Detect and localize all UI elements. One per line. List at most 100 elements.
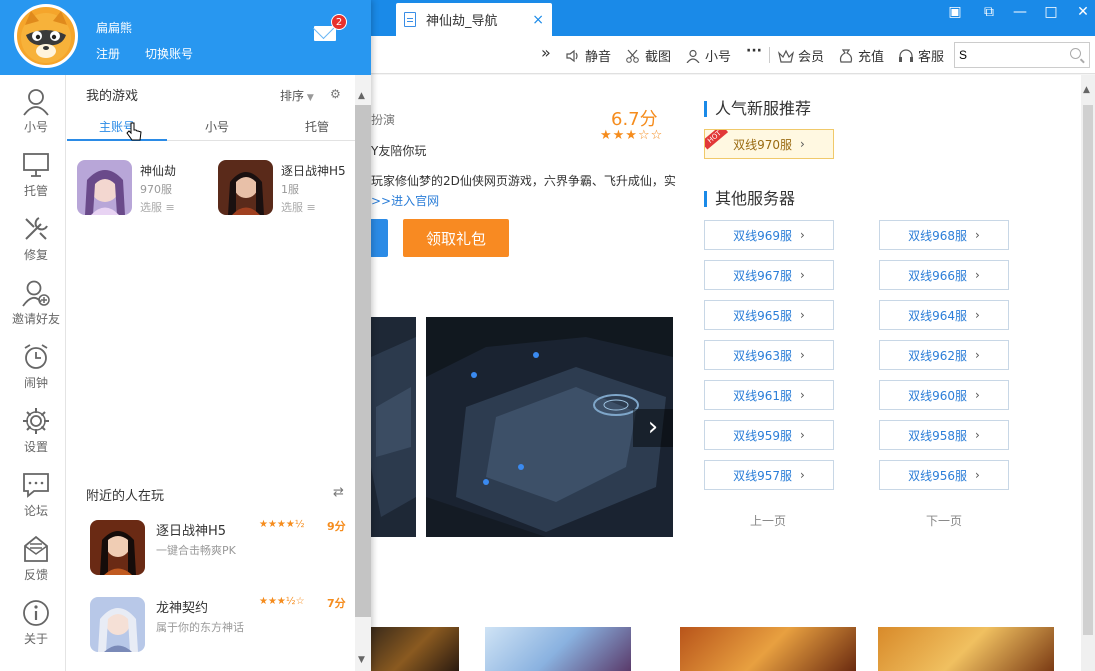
scrollbar-thumb[interactable] [355, 105, 371, 617]
game-name[interactable]: 神仙劫 [140, 162, 176, 179]
game-icon[interactable] [77, 160, 132, 215]
server-button[interactable]: 双线967服 › [704, 260, 834, 290]
scroll-up-icon[interactable]: ▲ [1083, 85, 1090, 95]
panel-scrollbar[interactable]: ▲ ▼ [355, 75, 371, 671]
refresh-icon[interactable]: ⇄ [333, 485, 344, 500]
chevron-right-icon: › [975, 268, 980, 282]
server-button[interactable]: 双线956服 › [879, 460, 1009, 490]
server-button[interactable]: 双线958服 › [879, 420, 1009, 450]
register-link[interactable]: 注册 [96, 45, 120, 62]
search-box[interactable] [954, 42, 1090, 68]
nav-item-alt-account[interactable]: 小号 [6, 80, 66, 140]
select-server-link[interactable]: 选服 ≡ [140, 199, 175, 215]
next-page-link[interactable]: 下一页 [926, 512, 962, 529]
server-button[interactable]: 双线969服 › [704, 220, 834, 250]
carousel-next-button[interactable]: › [633, 409, 673, 447]
game-thumbnail[interactable] [371, 627, 459, 671]
mute-button[interactable]: 静音 [565, 46, 611, 65]
nav-label: 闹钟 [23, 376, 48, 390]
nav-label: 反馈 [23, 568, 48, 582]
server-button[interactable]: 双线966服 › [879, 260, 1009, 290]
more-icon[interactable]: » [541, 43, 551, 62]
maximize-icon[interactable]: □ [1040, 2, 1062, 22]
monitor-icon [23, 153, 49, 177]
fullscreen-icon[interactable]: ▣ [944, 2, 966, 22]
tab-alt-account[interactable]: 小号 [205, 118, 229, 135]
nav-item-forum[interactable]: 论坛 [6, 464, 66, 524]
game-name[interactable]: 逐日战神H5 [281, 162, 346, 179]
vip-button[interactable]: 会员 [778, 46, 824, 65]
search-input[interactable] [955, 43, 1065, 67]
server-button[interactable]: 双线959服 › [704, 420, 834, 450]
select-server-link[interactable]: 选服 ≡ [281, 199, 316, 215]
mail-icon[interactable] [314, 26, 336, 41]
speaker-icon [566, 49, 578, 62]
sort-button[interactable]: 排序 ▼ [280, 87, 314, 104]
nearby-game-name[interactable]: 龙神契约 [156, 597, 208, 616]
hot-server-button[interactable]: HOT 双线970服 › [704, 129, 834, 159]
game-thumbnail[interactable] [878, 627, 1054, 671]
avatar[interactable] [14, 4, 78, 68]
game-icon[interactable] [218, 160, 273, 215]
nav-item-hosting[interactable]: 托管 [6, 144, 66, 204]
screenshot-button[interactable]: 截图 [625, 46, 671, 65]
game-intro-line: Y友陪你玩 [371, 144, 427, 158]
nearby-game-name[interactable]: 逐日战神H5 [156, 520, 226, 539]
screenshot-carousel[interactable]: › [426, 317, 673, 537]
official-site-link[interactable]: >>进入官网 [371, 192, 439, 209]
gear-icon[interactable]: ⚙ [330, 87, 341, 101]
tab-hosting[interactable]: 托管 [305, 118, 329, 135]
start-game-button[interactable] [371, 219, 388, 257]
nearby-game-desc: 属于你的东方神话 [156, 621, 244, 634]
alt-account-button[interactable]: 小号 [685, 46, 731, 65]
nav-item-invite[interactable]: 邀请好友 [6, 272, 66, 332]
server-button[interactable]: 双线957服 › [704, 460, 834, 490]
restore-window-icon[interactable]: ⧉ [978, 2, 1000, 22]
recharge-button[interactable]: 充值 [838, 46, 884, 65]
nav-item-settings[interactable]: 设置 [6, 400, 66, 460]
game-thumbnail[interactable] [485, 627, 631, 671]
nav-item-alarm[interactable]: 闹钟 [6, 336, 66, 396]
server-button[interactable]: 双线961服 › [704, 380, 834, 410]
server-button[interactable]: 双线962服 › [879, 340, 1009, 370]
screenshot-thumbnail[interactable] [371, 317, 416, 537]
nav-item-about[interactable]: 关于 [6, 592, 66, 652]
nearby-title: 附近的人在玩 [86, 489, 165, 504]
gear-icon [23, 408, 49, 434]
page-scrollbar[interactable]: ▲ [1081, 75, 1095, 671]
claim-gift-button[interactable]: 领取礼包 [403, 219, 509, 257]
switch-account-link[interactable]: 切换账号 [145, 45, 193, 62]
prev-page-link[interactable]: 上一页 [750, 512, 786, 529]
game-thumbnail[interactable] [680, 627, 856, 671]
server-label: 双线960服 [908, 388, 968, 403]
server-button[interactable]: 双线965服 › [704, 300, 834, 330]
tab-close-icon[interactable]: × [532, 12, 544, 28]
close-window-icon[interactable]: ✕ [1072, 2, 1094, 22]
user-icon [686, 49, 700, 63]
game-icon[interactable] [90, 520, 145, 575]
scroll-down-icon[interactable]: ▼ [358, 655, 365, 665]
chevron-right-icon: › [975, 468, 980, 482]
server-button[interactable]: 双线960服 › [879, 380, 1009, 410]
scrollbar-thumb[interactable] [1083, 105, 1093, 635]
search-icon[interactable] [1070, 48, 1081, 59]
nav-item-feedback[interactable]: 反馈 [6, 528, 66, 588]
username: 扁扁熊 [96, 21, 133, 35]
nearby-game-score: 9分 [327, 520, 346, 533]
game-icon[interactable] [90, 597, 145, 652]
active-tab-indicator [67, 139, 167, 141]
server-label: 双线956服 [908, 468, 968, 483]
server-button[interactable]: 双线968服 › [879, 220, 1009, 250]
more-options-icon[interactable]: ··· [746, 43, 762, 59]
toolbar-divider [769, 47, 770, 63]
server-button[interactable]: 双线964服 › [879, 300, 1009, 330]
select-server-label: 选服 [281, 201, 303, 214]
service-button[interactable]: 客服 [898, 46, 944, 65]
tab-game-nav[interactable]: 神仙劫_导航 × [396, 3, 552, 36]
other-servers-title: 其他服务器 [704, 191, 795, 207]
nav-item-repair[interactable]: 修复 [6, 208, 66, 268]
chevron-right-icon: › [800, 468, 805, 482]
minimize-icon[interactable]: — [1009, 2, 1031, 22]
scroll-up-icon[interactable]: ▲ [358, 91, 365, 101]
server-button[interactable]: 双线963服 › [704, 340, 834, 370]
